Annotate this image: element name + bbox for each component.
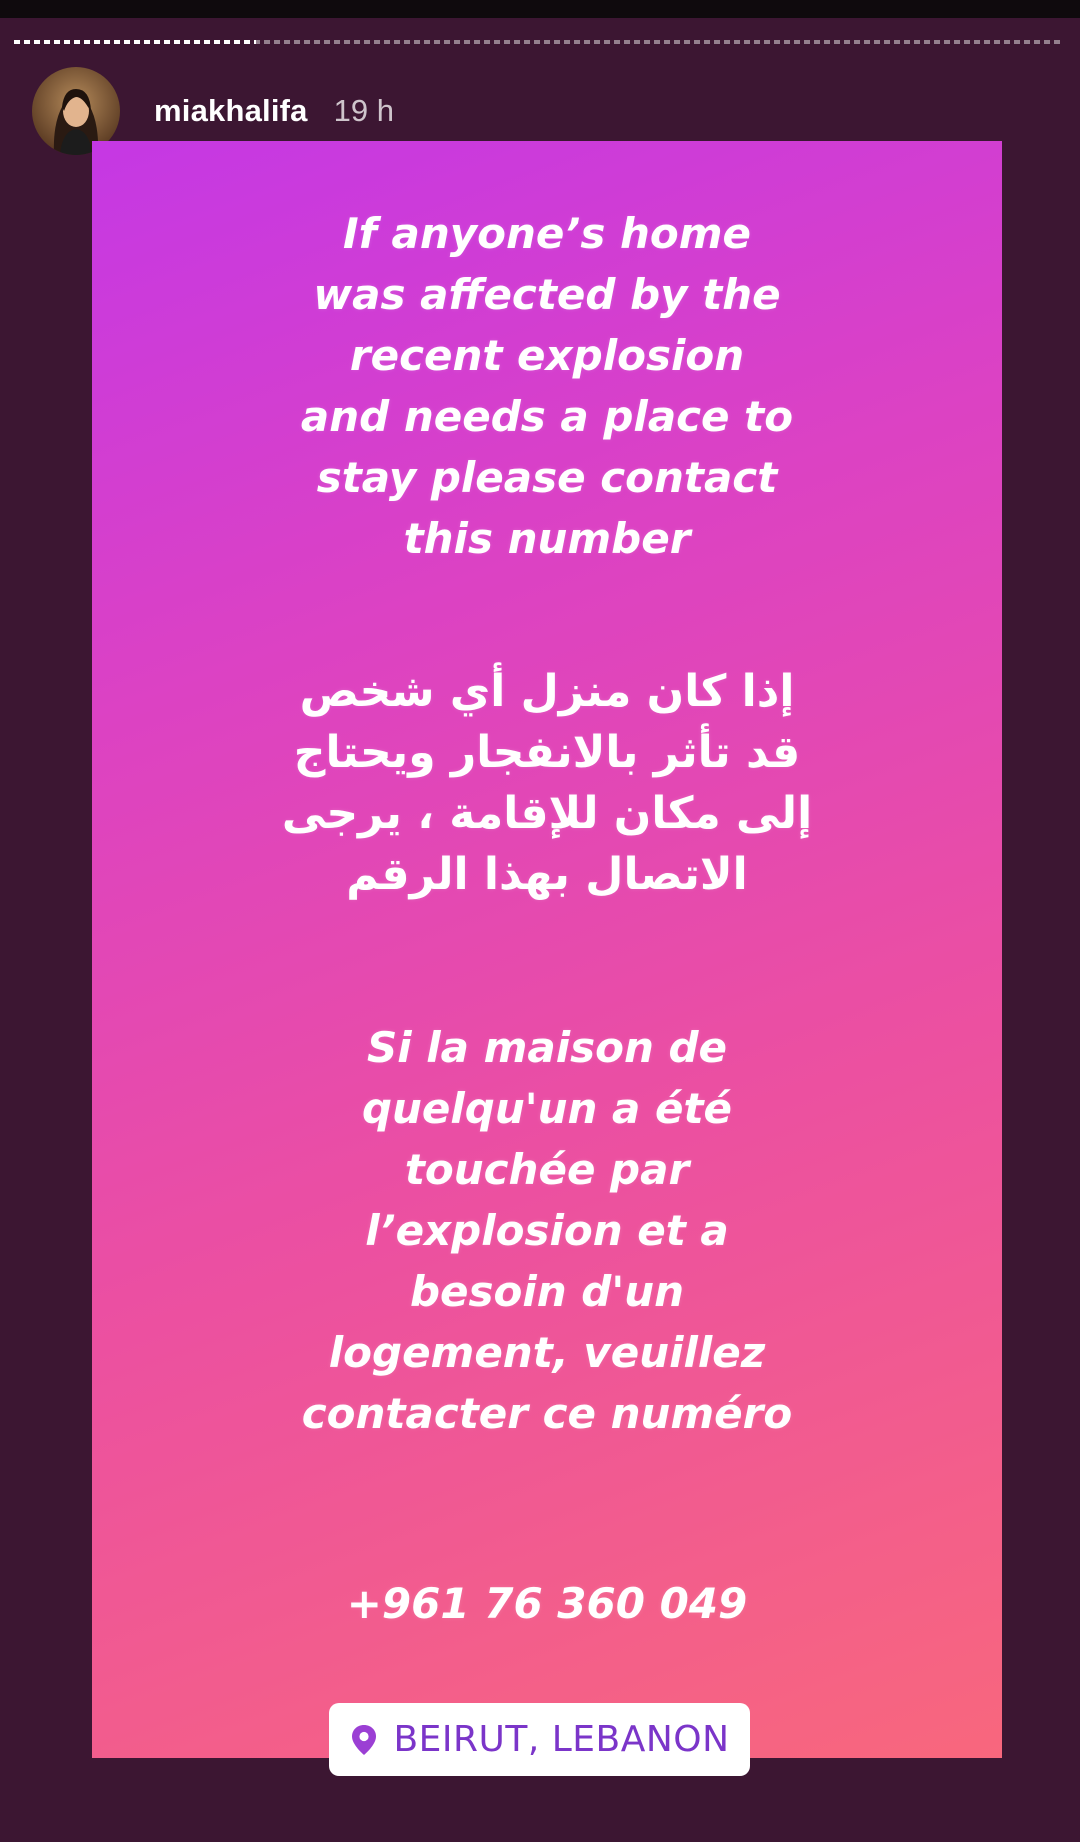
status-bar [0, 0, 1080, 18]
message-line: touchée par [404, 1145, 690, 1194]
message-line: الاتصال بهذا الرقم [346, 849, 748, 900]
message-line: and needs a place to [300, 392, 794, 441]
arabic-message: إذا كان منزل أي شخص قد تأثر بالانفجار وي… [92, 661, 1002, 905]
message-line: إذا كان منزل أي شخص [299, 666, 795, 717]
message-line: Si la maison de [366, 1023, 728, 1072]
english-message: If anyone’s home was affected by the rec… [92, 203, 1002, 569]
story-viewer[interactable]: miakhalifa 19 h If anyone’s home was aff… [0, 0, 1080, 1842]
message-line: stay please contact [316, 453, 778, 502]
message-line: logement, veuillez [328, 1328, 766, 1377]
message-line: this number [403, 514, 691, 563]
story-progress-bar [14, 40, 1064, 44]
message-line: l’explosion et a [365, 1206, 729, 1255]
post-time: 19 h [333, 93, 394, 128]
story-content[interactable]: If anyone’s home was affected by the rec… [92, 141, 1002, 1758]
phone-number: +961 76 360 049 [92, 1573, 1002, 1634]
message-line: إلى مكان للإقامة ، يرجى [281, 788, 813, 839]
progress-fill [14, 40, 256, 44]
map-pin-icon [352, 1724, 377, 1755]
username[interactable]: miakhalifa [154, 93, 308, 129]
message-line: besoin d'un [409, 1267, 685, 1316]
message-line: If anyone’s home [343, 209, 751, 258]
phone-number-text: +961 76 360 049 [346, 1579, 748, 1628]
french-message: Si la maison de quelqu'un a été touchée … [92, 1017, 1002, 1444]
message-line: quelqu'un a été [361, 1084, 733, 1133]
location-label: BEIRUT, LEBANON [393, 1719, 730, 1760]
message-line: recent explosion [349, 331, 745, 380]
message-line: قد تأثر بالانفجار ويحتاج [293, 727, 801, 778]
message-line: contacter ce numéro [301, 1389, 793, 1438]
message-line: was affected by the [313, 270, 781, 319]
location-sticker[interactable]: BEIRUT, LEBANON [329, 1703, 750, 1776]
